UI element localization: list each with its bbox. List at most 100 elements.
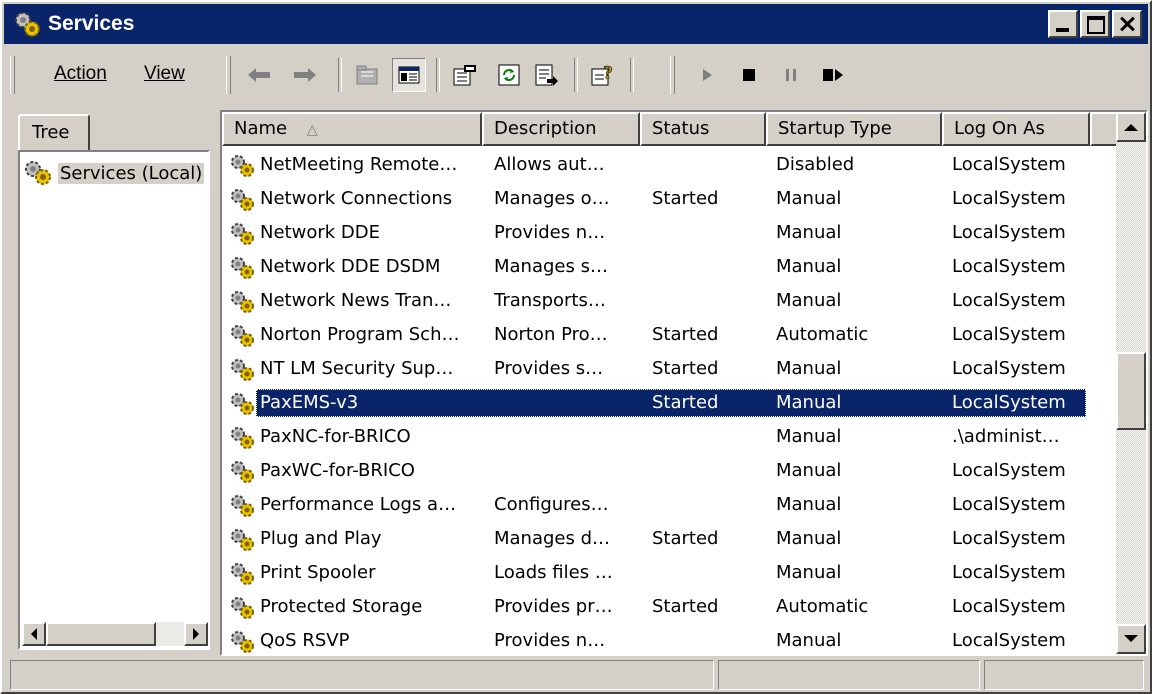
cell-name: NT LM Security Sup… bbox=[260, 358, 454, 379]
cell-startup: Manual bbox=[776, 494, 842, 515]
table-row[interactable]: Network DDE Provides n… Manual LocalSystem bbox=[222, 216, 1122, 250]
cell-description: Provides n… bbox=[494, 630, 606, 651]
cell-name: QoS RSVP bbox=[260, 630, 350, 651]
service-gear-icon bbox=[231, 189, 254, 211]
table-row[interactable]: Network News Tran… Transports… Manual Local… bbox=[222, 284, 1122, 318]
restart-service-icon[interactable] bbox=[816, 58, 850, 92]
cell-status bbox=[652, 556, 762, 590]
column-header-status[interactable]: Status bbox=[640, 112, 766, 146]
column-header-log-on-as[interactable]: Log On As bbox=[942, 112, 1090, 146]
cell-description: Provides s… bbox=[494, 358, 604, 379]
service-gear-icon bbox=[231, 563, 254, 585]
cell-name: Protected Storage bbox=[260, 596, 423, 617]
services-gear-icon bbox=[25, 161, 51, 185]
cell-status: Started bbox=[652, 358, 719, 379]
table-row[interactable]: Print Spooler Loads files … Manual LocalSys… bbox=[222, 556, 1122, 590]
svg-text:?: ? bbox=[603, 63, 613, 84]
refresh-icon[interactable] bbox=[492, 58, 526, 92]
cell-name: Norton Program Sch… bbox=[260, 324, 460, 345]
service-gear-icon bbox=[231, 223, 254, 245]
pause-service-icon[interactable] bbox=[774, 58, 808, 92]
cell-logon: LocalSystem bbox=[952, 596, 1066, 617]
title-bar[interactable]: Services bbox=[4, 4, 1148, 44]
sort-ascending-icon: △ bbox=[306, 122, 318, 138]
scroll-left-button[interactable] bbox=[22, 622, 46, 646]
service-gear-icon bbox=[231, 529, 254, 551]
cell-logon: LocalSystem bbox=[952, 256, 1066, 277]
maximize-button[interactable] bbox=[1080, 10, 1110, 38]
cell-startup: Manual bbox=[776, 290, 842, 311]
toolbar: Action View ? bbox=[4, 46, 1148, 106]
arrow-right-icon bbox=[193, 628, 199, 640]
properties-icon[interactable] bbox=[448, 58, 482, 92]
service-gear-icon bbox=[231, 359, 254, 381]
service-gear-icon bbox=[231, 393, 254, 415]
table-row[interactable]: Network DDE DSDM Manages s… Manual LocalSys… bbox=[222, 250, 1122, 284]
table-row[interactable]: PaxNC-for-BRICO Manual .\administ… bbox=[222, 420, 1122, 454]
close-button[interactable] bbox=[1112, 10, 1142, 38]
cell-startup: Manual bbox=[776, 392, 842, 413]
minimize-button[interactable] bbox=[1048, 10, 1078, 38]
tab-tree[interactable]: Tree bbox=[18, 114, 90, 152]
menu-action[interactable]: Action bbox=[54, 63, 107, 85]
cell-logon: LocalSystem bbox=[952, 188, 1066, 209]
cell-logon: LocalSystem bbox=[952, 392, 1066, 413]
scroll-up-button[interactable] bbox=[1116, 112, 1146, 142]
toolbar-grip bbox=[670, 56, 675, 94]
menu-view[interactable]: View bbox=[144, 63, 185, 85]
cell-logon: LocalSystem bbox=[952, 494, 1066, 515]
help-icon[interactable]: ? bbox=[586, 58, 620, 92]
start-service-icon[interactable] bbox=[690, 58, 724, 92]
cell-name: Plug and Play bbox=[260, 528, 382, 549]
cell-status: Started bbox=[652, 528, 719, 549]
list-header: Name △ Description Status Startup Type L… bbox=[222, 112, 1122, 146]
scroll-down-button[interactable] bbox=[1116, 624, 1146, 654]
cell-status: Started bbox=[652, 392, 719, 413]
list-vertical-scrollbar[interactable] bbox=[1116, 112, 1146, 654]
table-row[interactable]: QoS RSVP Provides n… Manual LocalSystem bbox=[222, 624, 1122, 654]
table-row[interactable]: PaxEMS-v3 Started Manual LocalSystem bbox=[222, 386, 1122, 420]
cell-name: Network DDE DSDM bbox=[260, 256, 441, 277]
stop-service-icon[interactable] bbox=[732, 58, 766, 92]
table-row[interactable]: Plug and Play Manages d… Started Manual Loca… bbox=[222, 522, 1122, 556]
tree-horizontal-scrollbar[interactable] bbox=[22, 622, 208, 646]
service-gear-icon bbox=[231, 325, 254, 347]
cell-startup: Manual bbox=[776, 562, 842, 583]
table-row[interactable]: Norton Program Sch… Norton Pro… Started Aut… bbox=[222, 318, 1122, 352]
show-tree-icon[interactable] bbox=[392, 58, 426, 92]
tree-scroll-thumb[interactable] bbox=[46, 622, 156, 646]
export-list-icon[interactable] bbox=[530, 58, 564, 92]
arrow-left-icon bbox=[31, 628, 37, 640]
column-header-startup-type[interactable]: Startup Type bbox=[766, 112, 942, 146]
scroll-right-button[interactable] bbox=[184, 622, 208, 646]
cell-startup: Manual bbox=[776, 358, 842, 379]
cell-status bbox=[652, 148, 762, 182]
cell-logon: LocalSystem bbox=[952, 358, 1066, 379]
forward-icon[interactable] bbox=[288, 58, 322, 92]
up-folder-icon[interactable] bbox=[350, 58, 384, 92]
cell-startup: Automatic bbox=[776, 324, 869, 345]
service-gear-icon bbox=[231, 461, 254, 483]
table-row[interactable]: Performance Logs a… Configures… Manual Loca… bbox=[222, 488, 1122, 522]
table-row[interactable]: PaxWC-for-BRICO Manual LocalSystem bbox=[222, 454, 1122, 488]
table-row[interactable]: Protected Storage Provides pr… Started Auto… bbox=[222, 590, 1122, 624]
cell-description: Provides pr… bbox=[494, 596, 613, 617]
cell-name: NetMeeting Remote… bbox=[260, 154, 458, 175]
cell-logon: .\administ… bbox=[952, 426, 1060, 447]
table-row[interactable]: NT LM Security Sup… Provides s… Started Man… bbox=[222, 352, 1122, 386]
back-icon[interactable] bbox=[242, 58, 276, 92]
cell-description: Manages d… bbox=[494, 528, 611, 549]
table-row[interactable]: Network Connections Manages o… Started Manu… bbox=[222, 182, 1122, 216]
status-panel-3 bbox=[984, 660, 1144, 690]
tree-item-services-local[interactable]: Services (Local) bbox=[20, 158, 210, 188]
list-scroll-thumb[interactable] bbox=[1116, 352, 1146, 430]
cell-status: Started bbox=[652, 188, 719, 209]
cell-logon: LocalSystem bbox=[952, 154, 1066, 175]
cell-startup: Manual bbox=[776, 460, 842, 481]
window-title: Services bbox=[48, 12, 135, 35]
column-header-description[interactable]: Description bbox=[482, 112, 640, 146]
column-header-name[interactable]: Name △ bbox=[222, 112, 482, 146]
cell-name: PaxEMS-v3 bbox=[260, 392, 359, 413]
cell-name: PaxWC-for-BRICO bbox=[260, 460, 415, 481]
table-row[interactable]: NetMeeting Remote… Allows aut… Disabled Loc… bbox=[222, 148, 1122, 182]
